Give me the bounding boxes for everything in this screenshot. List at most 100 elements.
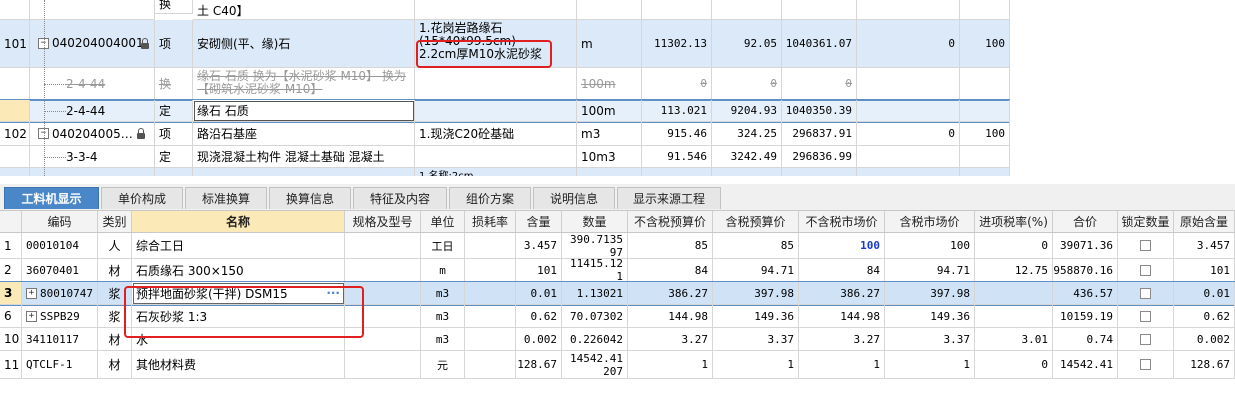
row-p1: 144.98	[628, 305, 713, 328]
row-unit: m3	[421, 282, 465, 305]
resource-row[interactable]: 6 + SSPB29 浆石灰砂浆 1:3 m3 0.62 70.07302 144.98 149…	[0, 305, 1235, 328]
col-loss[interactable]: 损耗率	[465, 211, 516, 232]
tab-features[interactable]: 特征及内容	[353, 187, 447, 209]
expand-icon[interactable]: +	[26, 310, 37, 322]
col-code[interactable]: 编码	[22, 211, 98, 232]
resource-row[interactable]: 1 00010104 人综合工日 工日 3.457 390.713597 85 85 100 10…	[0, 233, 1235, 259]
row-p2: 94.71	[713, 259, 799, 282]
item-row-selected[interactable]: 2-4-44 定 缘石 石质 100m 113.021 9204.93 1040…	[0, 99, 1011, 123]
row-quantity: 915.46	[642, 122, 712, 146]
row-p2: 3.37	[713, 328, 799, 351]
row-unit: 元	[421, 351, 465, 379]
col-total[interactable]: 合价	[1053, 211, 1118, 232]
row-type: 项	[155, 122, 193, 146]
row-name: 路沿石基座	[193, 122, 415, 146]
row-type: 定	[155, 146, 193, 168]
row-col-a: 0	[857, 20, 960, 68]
lock-qty-cell	[1118, 305, 1174, 328]
item-row[interactable]: 3-3-4 定 现浇混凝土构件 混凝土基础 混凝土 10m3 91.546 32…	[0, 146, 1010, 168]
item-row[interactable]: 101 − 040204004001 项 安砌侧(平、缘)石 1.花岗岩路缘石 …	[0, 20, 1010, 68]
resource-row[interactable]: 3 +80010747 浆预拌地面砂浆(干拌) DSM15 ··· m3 0.01 1.13…	[0, 281, 1235, 306]
col-category[interactable]: 类别	[98, 211, 132, 232]
row-name-editor[interactable]: 缘石 石质	[193, 100, 415, 122]
row-name: 石灰砂浆 1:3	[136, 309, 208, 324]
tab-source-project[interactable]: 显示来源工程	[617, 187, 721, 209]
col-unit[interactable]: 单位	[421, 211, 465, 232]
tab-pricing-plan[interactable]: 组价方案	[449, 187, 531, 209]
row-type: 项	[155, 20, 193, 68]
row-unit: m3	[421, 328, 465, 351]
row-name: 综合工日	[136, 239, 185, 253]
resource-row[interactable]: 11 QTCLF-1 材其他材料费元 128.67 14542.41207 1 1 1 1 0 14…	[0, 351, 1235, 379]
row-code-cell: 34110117	[22, 328, 98, 351]
col-quantity[interactable]: 数量	[562, 211, 628, 232]
col-market-price-incl[interactable]: 含税市场价	[885, 211, 975, 232]
row-type: 换	[155, 0, 193, 14]
tab-standard-conversion[interactable]: 标准换算	[185, 187, 267, 209]
row-content: 0.01	[516, 282, 562, 305]
item-row[interactable]: 1.名称:2cm...	[0, 168, 1010, 176]
checkbox-icon[interactable]	[1140, 310, 1151, 322]
item-row[interactable]: 102 − 040204005… 项 路沿石基座 1.现浇C20砼基础 m3 9…	[0, 122, 1010, 146]
row-p2: 149.36	[713, 305, 799, 328]
checkbox-icon[interactable]	[1140, 264, 1151, 276]
row-cat: 人	[98, 233, 132, 259]
col-content[interactable]: 含量	[516, 211, 562, 232]
row-unit: m3	[577, 122, 642, 146]
row-no: 3	[0, 282, 22, 305]
checkbox-icon[interactable]	[1140, 333, 1151, 345]
ellipsis-icon[interactable]: ···	[326, 286, 340, 300]
row-p3: 1	[799, 351, 885, 379]
col-market-price-excl[interactable]: 不含税市场价	[799, 211, 885, 232]
tab-conversion-info[interactable]: 换算信息	[269, 187, 351, 209]
row-spec	[345, 351, 421, 379]
expand-icon[interactable]: +	[26, 287, 37, 299]
row-quantity: 91.546	[642, 146, 712, 168]
resource-row[interactable]: 2 36070401 材石质缘石 300×150 m 101 11415.121 84 94.…	[0, 259, 1235, 282]
item-row[interactable]: 2-4-44 换 缘石 石质 换为【水泥砂浆 M10】 换为【砌筑水泥砂浆 M1…	[0, 68, 1010, 100]
row-type: 定	[155, 100, 193, 122]
col-name[interactable]: 名称	[132, 211, 345, 232]
row-spec	[345, 305, 421, 328]
resource-row[interactable]: 10 34110117 材水 m3 0.002 0.226042 3.27 3.37 3.27 3…	[0, 328, 1235, 351]
row-code: 040204004001	[52, 36, 144, 50]
tab-labor-material[interactable]: 工料机显示	[4, 187, 99, 209]
row-unit: 10m3	[577, 146, 642, 168]
row-p4: 100	[885, 233, 975, 259]
row-code-cell: +80010747	[22, 282, 98, 305]
row-name-cell: 水	[132, 328, 345, 351]
checkbox-icon[interactable]	[1140, 287, 1151, 299]
col-budget-price-incl[interactable]: 含税预算价	[713, 211, 799, 232]
col-spec[interactable]: 规格及型号	[345, 211, 421, 232]
row-price: 92.05	[712, 20, 782, 68]
tree-line	[44, 111, 66, 112]
row-code: 36070401	[26, 263, 79, 277]
lock-qty-cell	[1118, 233, 1174, 259]
row-cat: 浆	[98, 282, 132, 305]
tab-notes[interactable]: 说明信息	[533, 187, 615, 209]
row-total: 10159.19	[1053, 305, 1118, 328]
item-row[interactable]: 换 土 C40】	[0, 0, 1010, 20]
row-name-cell: 石灰砂浆 1:3	[132, 305, 345, 328]
checkbox-icon[interactable]	[1140, 359, 1151, 370]
row-name-cell[interactable]: 预拌地面砂浆(干拌) DSM15 ···	[132, 282, 345, 305]
row-type: 换	[155, 68, 193, 100]
col-lock-qty[interactable]: 锁定数量	[1118, 211, 1174, 232]
row-total: 0	[782, 68, 857, 100]
row-code: 040204005…	[52, 126, 133, 141]
lock-qty-cell	[1118, 351, 1174, 379]
col-budget-price-excl[interactable]: 不含税预算价	[628, 211, 713, 232]
row-loss	[465, 233, 516, 259]
row-loss	[465, 351, 516, 379]
tab-unit-price[interactable]: 单价构成	[101, 187, 183, 209]
row-code-cell: 00010104	[22, 233, 98, 259]
col-tax-rate[interactable]: 进项税率(%)	[975, 211, 1053, 232]
row-tax: 12.75	[975, 259, 1053, 282]
checkbox-icon[interactable]	[1140, 240, 1151, 251]
row-total: 296836.99	[782, 146, 857, 168]
row-total: 958870.16	[1053, 259, 1118, 282]
row-tax: 0	[975, 351, 1053, 379]
col-original-content[interactable]: 原始含量	[1174, 211, 1235, 232]
row-content: 0.62	[516, 305, 562, 328]
row-code-cell: 36070401	[22, 259, 98, 282]
